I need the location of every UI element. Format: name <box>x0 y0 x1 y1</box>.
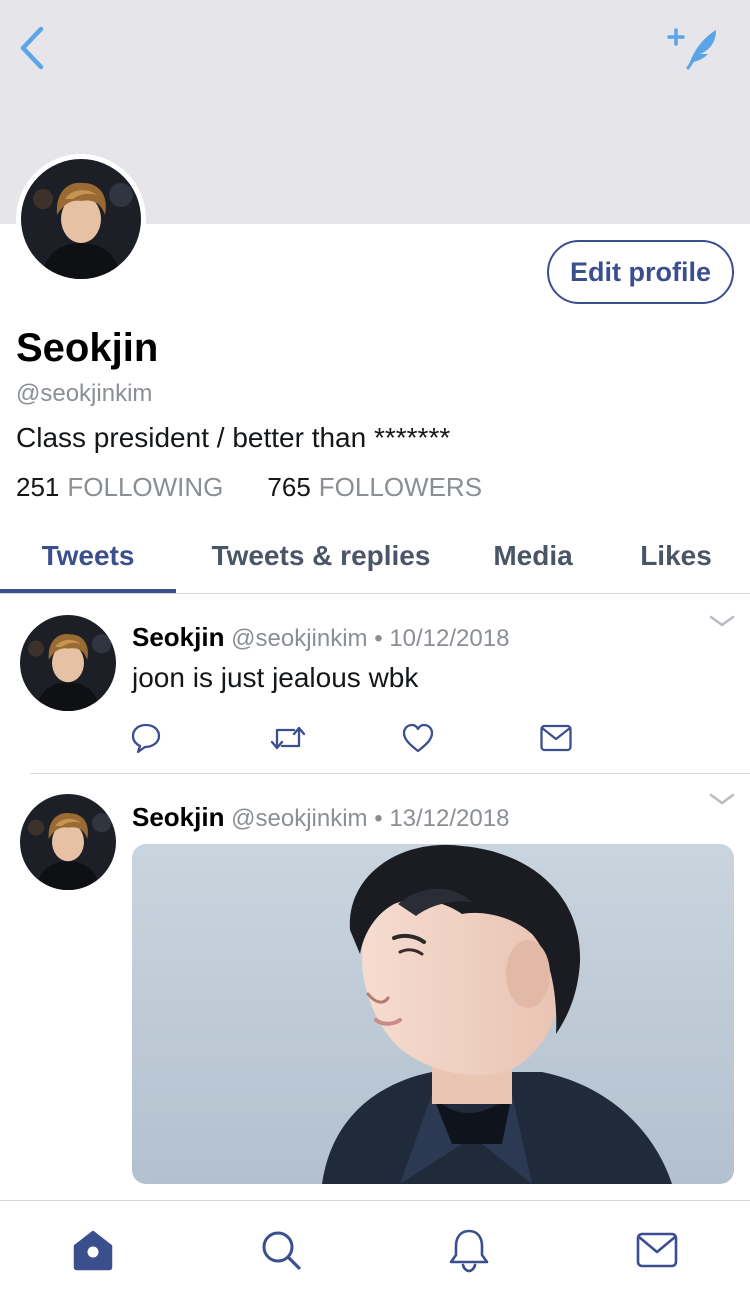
tweet-header: Seokjin @seokjinkim • 13/12/2018 <box>132 802 509 833</box>
tweet-text: joon is just jealous wbk <box>132 662 419 693</box>
tab-tweets[interactable]: Tweets <box>0 520 176 592</box>
tweet-author-name[interactable]: Seokjin <box>132 802 224 832</box>
nav-messages[interactable] <box>632 1225 682 1275</box>
tweet-meta-separator: • <box>374 625 383 652</box>
chevron-down-icon <box>709 793 735 805</box>
tweet-options-button[interactable] <box>708 612 736 632</box>
reply-button[interactable] <box>126 718 166 758</box>
follow-stats: 251 FOLLOWING 765 FOLLOWERS <box>16 472 482 503</box>
search-icon <box>262 1231 301 1270</box>
tweet-date: 13/12/2018 <box>389 805 510 832</box>
edit-profile-button[interactable]: Edit profile <box>547 240 734 304</box>
nav-home[interactable] <box>68 1225 118 1275</box>
compose-tweet-button[interactable] <box>664 24 724 72</box>
envelope-icon <box>636 1232 678 1268</box>
compose-tweet-feather-icon <box>667 28 716 70</box>
tweet-avatar[interactable] <box>20 615 116 711</box>
home-icon <box>73 1230 113 1271</box>
tweet-actions <box>0 718 750 758</box>
profile-avatar[interactable] <box>16 154 146 284</box>
tab-tweets-and-replies[interactable]: Tweets & replies <box>190 520 452 592</box>
heart-icon <box>402 723 434 753</box>
active-tab-indicator <box>0 589 176 593</box>
nav-search[interactable] <box>256 1225 306 1275</box>
tab-media[interactable]: Media <box>470 520 596 592</box>
profile-avatar-image <box>21 159 141 279</box>
tweet-meta-separator: • <box>374 805 383 832</box>
profile-tabs: Tweets Tweets & replies Media Likes <box>0 520 750 594</box>
bottom-tab-bar <box>0 1200 750 1298</box>
direct-message-button[interactable] <box>536 718 576 758</box>
tweet-header: Seokjin @seokjinkim • 10/12/2018 <box>132 622 509 653</box>
profile-bio: Class president / better than ******* <box>16 422 451 453</box>
tweet-avatar-image <box>20 615 116 711</box>
tweet-avatar[interactable] <box>20 794 116 890</box>
following-stat[interactable]: 251 FOLLOWING <box>16 472 223 503</box>
tab-likes[interactable]: Likes <box>616 520 736 592</box>
tweet-options-button[interactable] <box>708 790 736 810</box>
tweet-media-photo[interactable] <box>132 844 734 1184</box>
tweet-avatar-image <box>20 794 116 890</box>
tweet-photo-image <box>132 844 734 1184</box>
like-button[interactable] <box>398 718 438 758</box>
followers-count: 765 <box>267 472 311 502</box>
profile-handle: @seokjinkim <box>16 380 153 407</box>
tweet-item[interactable]: Seokjin @seokjinkim • 13/12/2018 <box>0 774 750 1200</box>
reply-icon <box>131 723 161 754</box>
followers-label: FOLLOWERS <box>318 472 483 502</box>
following-count: 251 <box>16 472 60 502</box>
chevron-left-icon <box>20 26 44 70</box>
envelope-icon <box>540 724 572 752</box>
profile-display-name: Seokjin <box>16 326 159 370</box>
tweet-author-name[interactable]: Seokjin <box>132 622 224 652</box>
tweet-author-handle: @seokjinkim <box>231 625 368 652</box>
chevron-down-icon <box>709 615 735 627</box>
tweet-item[interactable]: Seokjin @seokjinkim • 10/12/2018 joon is… <box>0 594 750 774</box>
retweet-icon <box>270 726 306 750</box>
retweet-button[interactable] <box>268 718 308 758</box>
tweet-date: 10/12/2018 <box>389 625 510 652</box>
back-button[interactable] <box>12 24 52 72</box>
following-label: FOLLOWING <box>67 472 224 502</box>
nav-notifications[interactable] <box>444 1225 494 1275</box>
followers-stat[interactable]: 765 FOLLOWERS <box>267 472 482 503</box>
tweet-author-handle: @seokjinkim <box>231 805 368 832</box>
bell-icon <box>449 1229 489 1273</box>
